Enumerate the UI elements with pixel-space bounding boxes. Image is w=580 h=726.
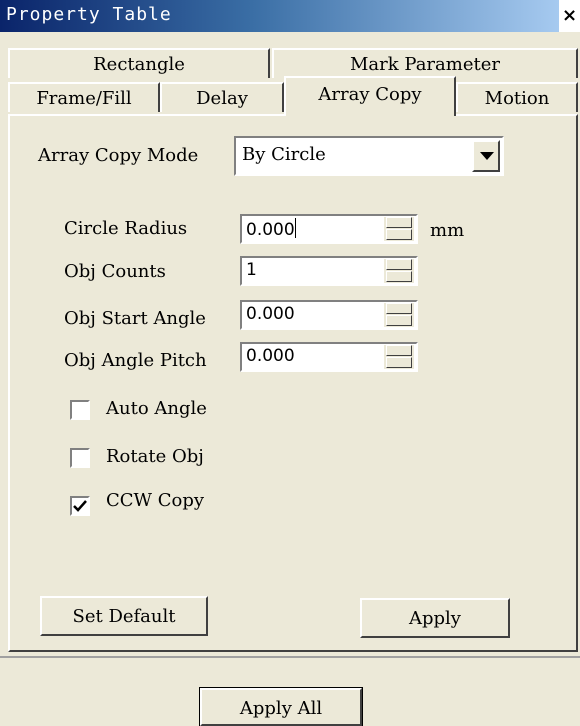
tab-label: Rectangle (93, 54, 185, 75)
obj-angle-pitch-value: 0.000 (246, 346, 295, 366)
spin-up-button[interactable] (386, 345, 412, 356)
tab-mark-parameter[interactable]: Mark Parameter (272, 48, 578, 78)
rotate-obj-checkbox[interactable] (70, 448, 90, 468)
obj-start-angle-label: Obj Start Angle (64, 308, 206, 329)
tab-frame-fill[interactable]: Frame/Fill (8, 82, 160, 112)
set-default-button[interactable]: Set Default (40, 596, 208, 636)
tab-label: Delay (196, 88, 248, 109)
ccw-copy-label: CCW Copy (106, 490, 205, 511)
tab-label: Motion (484, 88, 550, 109)
window-title: Property Table (6, 4, 172, 25)
rotate-obj-label: Rotate Obj (106, 446, 204, 467)
obj-angle-pitch-field[interactable]: 0.000 (240, 342, 418, 372)
tab-label: Array Copy (318, 84, 422, 105)
obj-angle-pitch-label: Obj Angle Pitch (64, 350, 207, 371)
title-bar: Property Table × (0, 0, 580, 32)
array-copy-mode-value: By Circle (242, 144, 326, 165)
tab-array-copy[interactable]: Array Copy (284, 76, 456, 116)
circle-radius-unit: mm (430, 220, 465, 241)
circle-radius-spinner[interactable] (384, 217, 414, 241)
circle-radius-field[interactable]: 0.000 (240, 214, 418, 244)
circle-radius-value: 0.000 (246, 218, 296, 240)
tab-label: Frame/Fill (36, 88, 132, 109)
spin-up-button[interactable] (386, 217, 412, 228)
auto-angle-checkbox[interactable] (70, 400, 90, 420)
tab-rectangle[interactable]: Rectangle (8, 48, 270, 78)
obj-angle-pitch-spinner[interactable] (384, 345, 414, 369)
spin-down-button[interactable] (386, 315, 412, 326)
tab-motion[interactable]: Motion (456, 82, 578, 112)
array-copy-mode-label: Array Copy Mode (38, 145, 199, 166)
spin-up-button[interactable] (386, 303, 412, 314)
checkmark-icon (73, 500, 87, 512)
close-icon[interactable]: × (559, 0, 580, 32)
array-copy-mode-select[interactable]: By Circle (234, 136, 504, 176)
obj-start-angle-value: 0.000 (246, 304, 295, 324)
circle-radius-label: Circle Radius (64, 218, 188, 239)
spin-down-button[interactable] (386, 271, 412, 282)
obj-counts-field[interactable]: 1 (240, 256, 418, 286)
auto-angle-label: Auto Angle (106, 398, 207, 419)
apply-all-button[interactable]: Apply All (199, 687, 363, 726)
spin-down-button[interactable] (386, 229, 412, 240)
tab-label: Mark Parameter (350, 54, 500, 75)
obj-counts-label: Obj Counts (64, 261, 166, 282)
apply-button[interactable]: Apply (360, 598, 510, 638)
obj-counts-value: 1 (246, 260, 257, 280)
tab-delay[interactable]: Delay (160, 82, 284, 112)
obj-counts-spinner[interactable] (384, 259, 414, 283)
obj-start-angle-spinner[interactable] (384, 303, 414, 327)
spin-down-button[interactable] (386, 357, 412, 368)
tab-panel-array-copy (8, 114, 578, 652)
spin-up-button[interactable] (386, 259, 412, 270)
obj-start-angle-field[interactable]: 0.000 (240, 300, 418, 330)
chevron-down-icon (480, 152, 494, 160)
dropdown-button[interactable] (472, 140, 500, 172)
divider (0, 656, 580, 658)
ccw-copy-checkbox[interactable] (70, 496, 90, 516)
